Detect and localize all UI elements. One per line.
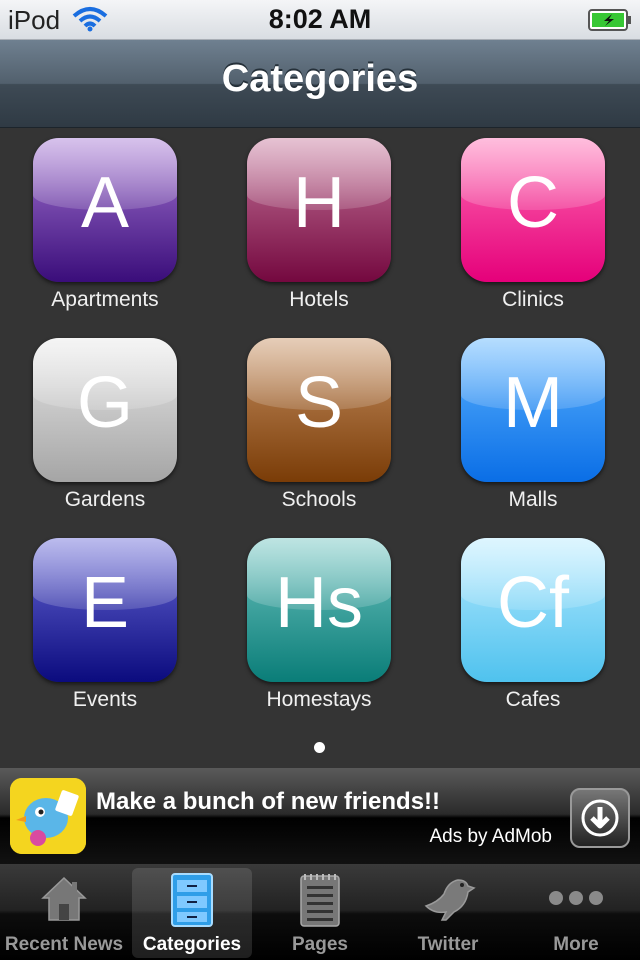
category-apartments[interactable]: A Apartments	[10, 128, 180, 318]
ad-bird-image[interactable]	[10, 778, 86, 854]
tab-twitter[interactable]: Twitter	[388, 868, 508, 958]
tab-bar: Recent News Categories Pages Twitter Mor…	[0, 864, 640, 960]
tab-recent-news[interactable]: Recent News	[4, 868, 124, 958]
page-title: Categories	[221, 58, 419, 100]
category-letter: Hs	[275, 563, 363, 643]
category-homestays[interactable]: Hs Homestays	[224, 528, 394, 718]
category-malls[interactable]: M Malls	[438, 328, 608, 518]
category-label: Schools	[281, 488, 357, 511]
download-arrow-icon	[581, 799, 619, 837]
category-label: Homestays	[266, 688, 372, 711]
tab-label: Pages	[292, 934, 348, 955]
battery-icon	[588, 9, 632, 31]
category-icon[interactable]: E	[33, 538, 177, 682]
category-grid: A Apartments H Hotels C Clinics G Garden…	[0, 128, 640, 768]
ad-headline[interactable]: Make a bunch of new friends!!	[96, 788, 440, 816]
category-label: Hotels	[289, 288, 349, 311]
category-clinics[interactable]: C Clinics	[438, 128, 608, 318]
category-label: Apartments	[51, 288, 159, 311]
tab-label: Twitter	[417, 934, 479, 955]
category-hotels[interactable]: H Hotels	[224, 128, 394, 318]
category-gardens[interactable]: G Gardens	[10, 328, 180, 518]
bird-icon	[388, 872, 508, 928]
category-letter: E	[80, 563, 130, 643]
category-letter: Cf	[497, 563, 569, 643]
notepad-icon	[260, 872, 380, 928]
tab-more[interactable]: More	[516, 868, 636, 958]
category-cafes[interactable]: Cf Cafes	[438, 528, 608, 718]
category-letter: G	[76, 363, 133, 443]
category-label: Malls	[508, 488, 558, 511]
category-letter: S	[294, 363, 344, 443]
navigation-bar: Categories	[0, 40, 640, 128]
category-letter: M	[503, 363, 563, 443]
category-icon[interactable]: Hs	[247, 538, 391, 682]
category-letter: C	[507, 163, 559, 243]
category-icon[interactable]: A	[33, 138, 177, 282]
category-icon[interactable]: G	[33, 338, 177, 482]
ad-credit: Ads by AdMob	[429, 826, 552, 847]
download-button[interactable]	[570, 788, 630, 848]
clock-time: 8:02 AM	[268, 4, 372, 34]
ad-banner[interactable]: Make a bunch of new friends!! Ads by AdM…	[0, 768, 640, 864]
category-icon[interactable]: S	[247, 338, 391, 482]
category-label: Events	[72, 688, 138, 711]
category-letter: H	[293, 163, 345, 243]
category-events[interactable]: E Events	[10, 528, 180, 718]
more-dots-icon	[516, 872, 636, 928]
tab-pages[interactable]: Pages	[260, 868, 380, 958]
category-letter: A	[80, 163, 130, 243]
page-indicator-dot[interactable]	[314, 742, 325, 753]
tab-label: Categories	[142, 934, 242, 955]
category-schools[interactable]: S Schools	[224, 328, 394, 518]
status-bar: iPod 8:02 AM	[0, 0, 640, 40]
category-icon[interactable]: C	[461, 138, 605, 282]
tab-categories[interactable]: Categories	[132, 868, 252, 958]
category-label: Gardens	[64, 488, 146, 511]
category-icon[interactable]: Cf	[461, 538, 605, 682]
tab-label: More	[553, 934, 599, 955]
category-label: Cafes	[505, 688, 561, 711]
category-icon[interactable]: M	[461, 338, 605, 482]
category-label: Clinics	[502, 288, 564, 311]
house-icon	[4, 872, 124, 928]
category-icon[interactable]: H	[247, 138, 391, 282]
tab-label: Recent News	[4, 934, 124, 955]
filing-cabinet-icon	[132, 872, 252, 928]
